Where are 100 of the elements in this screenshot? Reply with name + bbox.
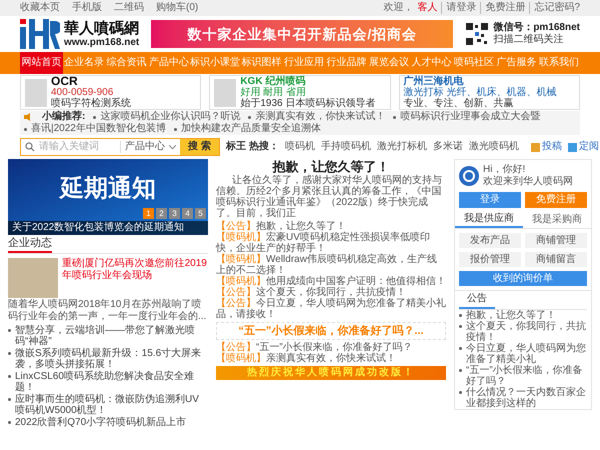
search-icon	[25, 142, 35, 152]
bullet-icon	[393, 116, 396, 118]
carousel-image[interactable]: 延期通知 关于2022数智化包装博览会的延期通知 1 2 3 4 5	[8, 159, 208, 235]
hot-keyword[interactable]: 多米诺	[432, 141, 463, 153]
printer-placeholder	[25, 78, 47, 106]
bullet-icon	[8, 398, 11, 401]
ad-banner[interactable]: OCR 400-0059-906 喷码字符检测系统	[20, 75, 202, 110]
action-link[interactable]: 定阅	[568, 141, 599, 153]
bullet-icon	[8, 421, 11, 424]
avatar-icon	[459, 166, 479, 186]
ad-text: 专业、专注、创新、共赢	[404, 98, 515, 109]
account-link[interactable]: 免费注册	[480, 2, 526, 14]
panel-action-button[interactable]: 商铺管理	[525, 233, 587, 248]
notice-link[interactable]: 【公告】抱歉，让您久等了！	[216, 221, 446, 232]
announcement-heading: 公告	[459, 291, 495, 309]
chevron-down-icon	[169, 145, 176, 149]
news-link[interactable]: 应时事而生的喷码机：微嵌防伪追溯利UV喷码机W5000机型！	[15, 394, 208, 416]
hot-keyword[interactable]: 激光喷码机	[468, 141, 519, 153]
top-link[interactable]: 购物车(0)	[156, 2, 198, 14]
qr-code-icon	[465, 22, 490, 46]
bullet-icon	[459, 325, 462, 328]
bullet-icon	[459, 369, 462, 372]
account-link[interactable]: 忘记密码?	[529, 2, 580, 14]
news-link[interactable]: 智慧分享，云端培训——带您了解激光喷码“神器”	[15, 325, 208, 347]
hot-label: 标王 热搜：	[226, 141, 279, 153]
bullet-icon	[459, 347, 462, 350]
printer-placeholder	[214, 78, 236, 106]
ad-text: 喷码字符检测系统	[51, 98, 131, 109]
ad-title: KGK 纪州喷码	[240, 76, 306, 87]
bullet-icon	[8, 329, 11, 332]
notice-title[interactable]: 抱歉，让您久等了！	[216, 159, 446, 175]
featured-title[interactable]: 重磅|厦门亿码再次邀您前往2019年喷码行业年会现场	[62, 258, 208, 282]
section-heading: 企业动态	[8, 236, 52, 253]
ad-text: 始于1936 日本喷码标识领导者	[240, 98, 376, 109]
carousel-page-button[interactable]: 3	[169, 208, 180, 219]
hot-keyword[interactable]: 激光打标机	[376, 141, 427, 153]
wechat-id: 微信号：pm168net	[493, 22, 580, 34]
role-tab[interactable]: 我是供应商	[455, 212, 523, 228]
notice-paragraph: 让各位久等了，感谢大家对华人喷码网的支持与信赖。历经2个多月紧张且认真的筹备工作，《中国喷码标识行业通讯年鉴》（2022版）终于快完成了。目前，我们正	[216, 175, 443, 219]
account-link[interactable]: 请登录	[441, 2, 476, 14]
bullet-icon	[8, 352, 11, 355]
notice-link[interactable]: 【喷码机】Welldraw伟辰喷码机稳定高效，生产线上的不二选择！	[216, 254, 446, 276]
photo-placeholder	[8, 258, 58, 298]
ticker-label: 小编推荐:	[42, 111, 86, 122]
news-link[interactable]: 2022欣普利Q70小字符喷码机新品上市	[15, 417, 186, 428]
notice-link[interactable]: 【公告】“五一”小长假来临，你准备好了吗？	[216, 342, 446, 353]
top-link[interactable]: 收藏本页	[20, 2, 60, 14]
ticker-link[interactable]: 喷码标识行业理事会成立大会暨	[400, 111, 540, 123]
header-banner[interactable]: 数十家企业集中召开新品会/招商会	[151, 20, 454, 48]
bullet-icon	[248, 116, 252, 118]
ad-banner[interactable]: KGK 纪州喷码 好用 耐用 省用 始于1936 日本喷码标识领导者	[209, 75, 391, 110]
news-link[interactable]: 微嵌S系列喷码机最新升级：15.6寸大屏来袭，多喷头拼接拓展！	[15, 348, 208, 370]
top-link[interactable]: 手机版	[72, 2, 102, 14]
announcement-link[interactable]: 这个夏天，你我同行，共抗疫情！	[466, 321, 587, 343]
ticker-link[interactable]: 加快构建农产品质量安全追溯体	[180, 123, 321, 135]
ad-banner[interactable]: 广州三海机电 激光打标 光纤、机床、机器、机械 专业、专注、创新、共赢	[398, 75, 580, 110]
celebration-banner: 热烈庆祝华人喷码网成功改版！	[216, 366, 446, 380]
user-link[interactable]: 客人	[417, 2, 438, 14]
bullet-icon	[8, 375, 11, 378]
hot-keyword[interactable]: 手持喷码机	[320, 141, 371, 153]
bullet-icon	[459, 314, 462, 317]
role-tab[interactable]: 我是采购商	[523, 212, 591, 228]
panel-action-button[interactable]: 发布产品	[459, 233, 521, 248]
nav-item[interactable]: 网站首页	[20, 52, 62, 74]
notice-link[interactable]: 【公告】今日立夏，华人喷码网为您准备了精美小礼品，请接收！	[216, 298, 446, 320]
notice-link[interactable]: 【喷码机】宏豪UV喷码机稳定性强损误率低喷印快，企业生产的好帮手！	[216, 232, 446, 254]
hot-keyword[interactable]: 喷码机	[284, 141, 315, 153]
logo-text: 華人噴碼網	[64, 19, 140, 37]
notice-link[interactable]: 【喷码机】亲测真实有效，你快来试试！	[216, 353, 446, 364]
news-link[interactable]: LinxCSL60喷码系统助您解决食品安全难题！	[15, 371, 208, 393]
search-button[interactable]: 搜 索	[180, 139, 219, 155]
panel-action-button[interactable]: 报价管理	[459, 252, 521, 267]
featured-summary: 随着华人喷码网2018年10月在苏州敲响了喷码行业年会的第一声，一年一度行业年会的...	[8, 299, 208, 323]
announcement-link[interactable]: 什么情况？一天内数百家企业都接到这样的	[466, 387, 587, 409]
ad-text: 好用 耐用 省用	[240, 87, 306, 98]
qr-caption: 扫描二维码关注	[493, 34, 564, 46]
notice-link[interactable]: 【喷码机】他用成绩向中国客户证明：他值得相信！	[216, 276, 446, 287]
bullet-icon	[93, 116, 96, 118]
ticker-link[interactable]: 这家喷码机企业你认识吗？听说	[100, 111, 240, 123]
ticker-link[interactable]: 亲测真实有效，你快来试试！	[255, 111, 386, 123]
action-link[interactable]: 投稿	[530, 141, 562, 153]
carousel-page-button[interactable]: 2	[156, 208, 167, 219]
logo-icon	[20, 19, 60, 49]
bullet-icon	[24, 128, 27, 130]
top-link[interactable]: 二维码	[114, 2, 144, 14]
welcome-text: 欢迎，	[383, 2, 414, 14]
ad-title: 广州三海机电	[404, 76, 465, 87]
ticker-link[interactable]: 喜讯|2022年中国数智化包装博	[31, 123, 166, 135]
panel-action-button[interactable]: 商铺留言	[525, 252, 587, 267]
ad-text: 400-0059-906	[51, 87, 114, 98]
announcement-link[interactable]: 抱歉，让您久等了！	[466, 310, 556, 321]
site-url: www.pm168.net	[64, 37, 140, 49]
ad-title: OCR	[51, 76, 79, 87]
carousel-page-button[interactable]: 4	[182, 208, 193, 219]
notice-link[interactable]: 【公告】这个夏天，你我同行，共抗疫情！	[216, 287, 446, 298]
bullet-icon	[459, 391, 462, 394]
carousel-page-button[interactable]: 5	[195, 208, 206, 219]
announcement-link[interactable]: 今日立夏，华人喷码网为您准备了精美小礼	[466, 343, 587, 365]
ad-text: 激光打标 光纤、机床、机器、机械	[404, 87, 556, 98]
announcement-link[interactable]: “五一”小长假来临，你准备好了吗？	[466, 365, 587, 387]
